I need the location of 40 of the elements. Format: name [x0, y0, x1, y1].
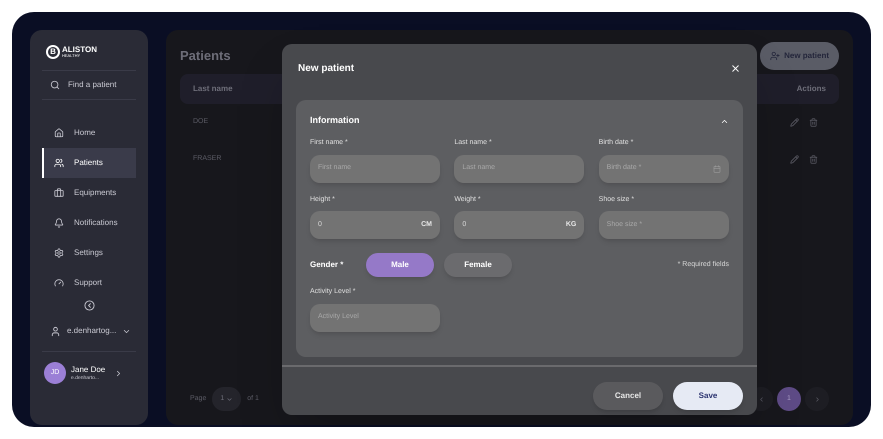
chevron-left-icon [758, 396, 764, 402]
home-icon [54, 128, 64, 138]
briefcase-icon [54, 188, 64, 198]
column-header: Last name [193, 83, 233, 95]
close-icon[interactable] [730, 62, 741, 74]
save-button[interactable]: Save [673, 382, 743, 410]
nav-item[interactable]: Support [42, 268, 136, 298]
logo-mark: B [46, 45, 60, 59]
account-menu[interactable]: e.denhartog... [42, 325, 136, 337]
delete-icon[interactable] [809, 155, 818, 164]
edit-icon[interactable] [790, 155, 799, 164]
user-icon [50, 326, 61, 336]
collapse-icon[interactable] [84, 300, 94, 311]
add-user-icon [770, 51, 780, 61]
delete-icon[interactable] [809, 118, 818, 127]
nav-item[interactable]: Equipments [42, 178, 136, 208]
bell-icon [54, 218, 64, 228]
chevron-right-icon [814, 396, 820, 402]
edit-icon[interactable] [790, 118, 799, 127]
settings-icon [54, 248, 64, 258]
logo-text: ALISTON [62, 46, 97, 54]
calendar-icon[interactable] [712, 164, 721, 172]
users-icon [54, 158, 64, 168]
dialog-title: New patient [298, 62, 354, 76]
search-field[interactable]: Find a patient [42, 71, 136, 99]
column-header: Actions [796, 83, 826, 95]
nav-item[interactable]: Home [42, 118, 136, 148]
search-icon [50, 80, 60, 90]
nav-item[interactable]: Patients [42, 148, 136, 178]
gender-option[interactable]: Male [366, 253, 434, 277]
profile-name: Jane Doe [71, 364, 106, 375]
nav-item[interactable]: Settings [42, 238, 136, 268]
page-title: Patients [180, 47, 231, 66]
nav-item[interactable]: Notifications [42, 208, 136, 238]
section-header[interactable]: Information [310, 114, 729, 128]
gauge-icon [54, 278, 64, 288]
gender-label: Gender * [310, 259, 344, 271]
cancel-button[interactable]: Cancel [593, 382, 663, 410]
chevron-down-icon [226, 396, 234, 402]
gender-option[interactable]: Female [444, 253, 512, 277]
